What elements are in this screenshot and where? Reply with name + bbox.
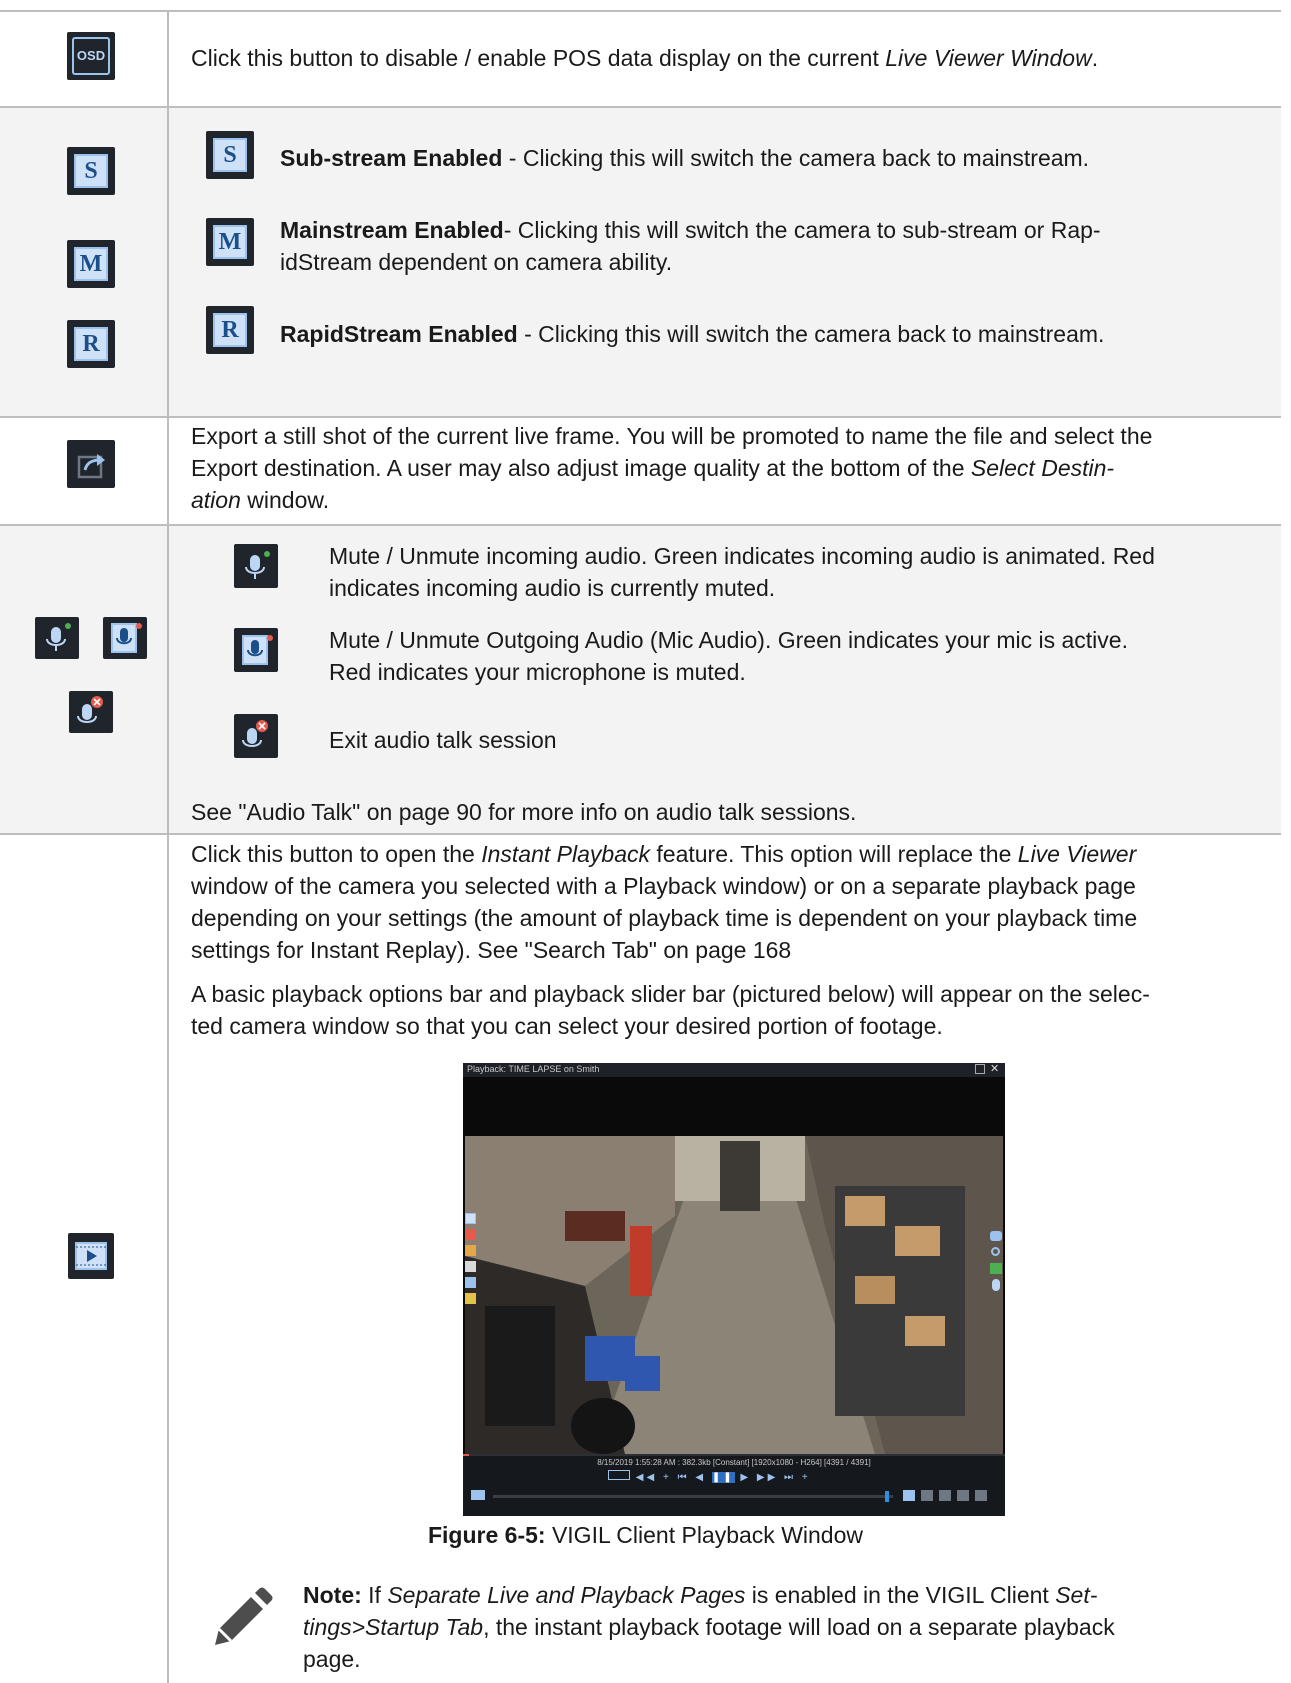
export-icon[interactable] — [957, 1490, 969, 1501]
playback-right-toolbar — [989, 1231, 1003, 1311]
exit-audio-icon — [234, 714, 278, 758]
play-icon[interactable]: ▶ — [740, 1472, 751, 1483]
image-icon[interactable] — [990, 1263, 1002, 1274]
search-icon[interactable] — [991, 1247, 1000, 1256]
instant-playback-icon[interactable] — [68, 1233, 114, 1279]
audio-talk-reference: See "Audio Talk" on page 90 for more inf… — [191, 799, 857, 825]
playback-status-bar: 8/15/2019 1:55:28 AM : 382.3kb [Constant… — [463, 1454, 1005, 1516]
restore-icon[interactable] — [975, 1064, 985, 1074]
pencil-icon — [205, 1585, 275, 1655]
playback-controls: ◀◀ + ⏮ ◀ ❚❚ ▶ ▶▶ ⏭ + — [608, 1470, 858, 1483]
slider-right-controls — [903, 1490, 998, 1502]
mainstream-icon[interactable]: M — [67, 240, 115, 288]
slider-thumb[interactable] — [885, 1491, 889, 1502]
menu-icon[interactable] — [465, 1261, 476, 1272]
incoming-audio-description: Mute / Unmute incoming audio. Green indi… — [329, 543, 1155, 601]
add-icon[interactable]: + — [802, 1472, 811, 1483]
exit-audio-icon[interactable] — [69, 691, 113, 733]
rewind-icon[interactable]: ◀◀ — [636, 1472, 657, 1483]
volume-icon[interactable] — [471, 1490, 485, 1500]
substream-icon[interactable]: S — [67, 147, 115, 195]
playback-bar-description: A basic playback options bar and playbac… — [191, 981, 1150, 1039]
figure-caption: Figure 6-5: VIGIL Client Playback Window — [427, 1522, 864, 1548]
step-back-icon[interactable]: ◀ — [695, 1472, 706, 1483]
square-icon[interactable] — [975, 1490, 987, 1501]
mic-glyph — [111, 623, 142, 653]
playback-window-titlebar: Playback: TIME LAPSE on Smith ✕ — [463, 1063, 1005, 1077]
tag-icon[interactable] — [465, 1293, 476, 1304]
incoming-audio-icon[interactable] — [35, 617, 79, 659]
incoming-audio-icon — [234, 544, 278, 588]
skip-end-icon[interactable]: ⏭ — [784, 1472, 796, 1483]
range-start-box[interactable] — [608, 1470, 630, 1480]
mainstream-description: Mainstream Enabled- Clicking this will s… — [280, 217, 1101, 275]
skip-start-icon[interactable]: ⏮ — [678, 1472, 690, 1483]
mic-glyph — [245, 551, 270, 579]
rapidstream-icon: R — [206, 306, 254, 354]
export-icon[interactable] — [67, 440, 115, 488]
osd-description: Click this button to disable / enable PO… — [191, 45, 1099, 71]
playback-note: Note: If Separate Live and Playback Page… — [303, 1582, 1115, 1672]
osd-icon[interactable]: OSD — [67, 32, 115, 80]
outgoing-audio-icon[interactable] — [103, 617, 147, 659]
camera-icon[interactable] — [465, 1245, 476, 1256]
close-icon[interactable]: ✕ — [990, 1062, 999, 1075]
rapidstream-icon[interactable]: R — [67, 320, 115, 368]
camera-video-frame — [465, 1136, 1003, 1454]
bracket-icon[interactable] — [921, 1490, 933, 1501]
playback-description: Click this button to open the Instant Pl… — [191, 841, 1138, 963]
playback-window-figure: Playback: TIME LAPSE on Smith ✕ 8/15/201… — [463, 1063, 1005, 1516]
mic-glyph — [46, 623, 71, 651]
export-description: Export a still shot of the current live … — [191, 423, 1153, 513]
pause-icon[interactable]: ❚❚ — [711, 1472, 735, 1483]
outgoing-audio-icon — [234, 628, 278, 672]
exit-audio-glyph — [242, 720, 268, 747]
mic-icon[interactable] — [992, 1279, 1000, 1291]
playback-left-toolbar — [465, 1213, 477, 1313]
add-icon[interactable]: + — [663, 1472, 672, 1483]
mainstream-icon: M — [206, 218, 254, 266]
playback-status-text: 8/15/2019 1:55:28 AM : 382.3kb [Constant… — [597, 1458, 871, 1467]
play-glyph — [75, 1242, 107, 1270]
progress-indicator — [463, 1454, 1005, 1456]
exit-audio-glyph — [77, 696, 103, 723]
rapidstream-description: RapidStream Enabled - Clicking this will… — [280, 321, 1105, 347]
stop-icon[interactable] — [465, 1229, 476, 1240]
export-glyph — [77, 454, 105, 479]
mic-glyph — [242, 635, 273, 665]
clip-icon[interactable] — [939, 1490, 951, 1501]
mainstream-icon[interactable] — [465, 1213, 476, 1224]
playback-slider[interactable] — [493, 1491, 893, 1502]
playback-window-title: Playback: TIME LAPSE on Smith — [467, 1064, 600, 1074]
substream-icon: S — [206, 131, 254, 179]
binoculars-icon[interactable] — [990, 1231, 1002, 1241]
substream-description: Sub-stream Enabled - Clicking this will … — [280, 145, 1090, 171]
play-icon[interactable] — [903, 1490, 915, 1501]
osd-icon-label: OSD — [72, 37, 110, 75]
outgoing-audio-description: Mute / Unmute Outgoing Audio (Mic Audio)… — [329, 627, 1128, 685]
fast-forward-icon[interactable]: ▶▶ — [757, 1472, 778, 1483]
export-icon[interactable] — [465, 1277, 476, 1288]
column-divider — [167, 10, 169, 1683]
exit-audio-description: Exit audio talk session — [329, 727, 557, 753]
